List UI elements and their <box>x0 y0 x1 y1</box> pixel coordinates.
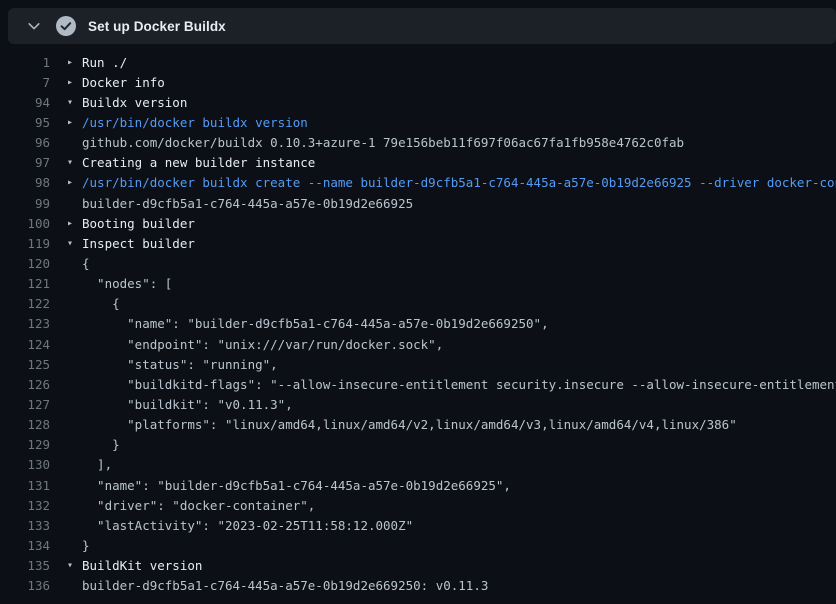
log-text: Run ./ <box>82 55 127 70</box>
log-row: 99▸builder-d9cfb5a1-c764-445a-a57e-0b19d… <box>0 193 836 213</box>
expand-triangle-icon: ▸ <box>67 117 82 128</box>
log-row: 123▸ "name": "builder-d9cfb5a1-c764-445a… <box>0 314 836 334</box>
line-number[interactable]: 129 <box>0 437 50 452</box>
step-header[interactable]: Set up Docker Buildx <box>8 8 836 44</box>
log-group-row[interactable]: 94 ▾Buildx version <box>0 92 836 112</box>
log-group-row[interactable]: 7 ▸Docker info <box>0 72 836 92</box>
line-number[interactable]: 125 <box>0 357 50 372</box>
log-row: 95 ▸/usr/bin/docker buildx version <box>0 112 836 132</box>
log-row: 128▸ "platforms": "linux/amd64,linux/amd… <box>0 415 836 435</box>
step-title: Set up Docker Buildx <box>88 19 226 34</box>
line-number[interactable]: 99 <box>0 196 50 211</box>
line-number[interactable]: 121 <box>0 276 50 291</box>
line-number[interactable]: 136 <box>0 578 50 593</box>
log-row: 98 ▸/usr/bin/docker buildx create --name … <box>0 173 836 193</box>
line-number[interactable]: 122 <box>0 296 50 311</box>
log-output: 1▸Run ./7▸Docker info94▾Buildx version95… <box>0 44 836 596</box>
log-text: BuildKit version <box>82 558 202 573</box>
log-text: "endpoint": "unix:///var/run/docker.sock… <box>82 337 443 352</box>
line-number[interactable]: 119 <box>0 236 50 251</box>
line-number[interactable]: 135 <box>0 558 50 573</box>
log-text: /usr/bin/docker buildx create --name bui… <box>82 175 836 190</box>
log-row: 122▸ { <box>0 294 836 314</box>
log-text: { <box>82 256 90 271</box>
collapse-triangle-icon[interactable]: ▾ <box>67 560 82 571</box>
log-row: 129▸ } <box>0 435 836 455</box>
expand-triangle-icon[interactable]: ▸ <box>67 218 82 229</box>
line-number[interactable]: 97 <box>0 155 50 170</box>
log-text: Buildx version <box>82 95 187 110</box>
log-group-row[interactable]: 100 ▸Booting builder <box>0 213 836 233</box>
log-group-row[interactable]: 119 ▾Inspect builder <box>0 233 836 253</box>
log-row: 121▸ "nodes": [ <box>0 274 836 294</box>
log-text: "nodes": [ <box>82 276 172 291</box>
log-row: 134▸} <box>0 535 836 555</box>
log-text: "buildkitd-flags": "--allow-insecure-ent… <box>82 377 836 392</box>
line-number[interactable]: 95 <box>0 115 50 130</box>
line-number[interactable]: 130 <box>0 457 50 472</box>
log-group-row[interactable]: 135 ▾BuildKit version <box>0 556 836 576</box>
log-text: /usr/bin/docker buildx version <box>82 115 308 130</box>
log-text: ], <box>82 457 112 472</box>
log-row: 124▸ "endpoint": "unix:///var/run/docker… <box>0 334 836 354</box>
check-circle-icon <box>56 16 76 36</box>
log-row: 125▸ "status": "running", <box>0 354 836 374</box>
line-number[interactable]: 100 <box>0 216 50 231</box>
log-row: 127▸ "buildkit": "v0.11.3", <box>0 394 836 414</box>
log-text: builder-d9cfb5a1-c764-445a-a57e-0b19d2e6… <box>82 578 488 593</box>
log-row: 131▸ "name": "builder-d9cfb5a1-c764-445a… <box>0 475 836 495</box>
log-row: 130▸ ], <box>0 455 836 475</box>
log-row: 136▸builder-d9cfb5a1-c764-445a-a57e-0b19… <box>0 576 836 596</box>
log-text: "lastActivity": "2023-02-25T11:58:12.000… <box>82 518 413 533</box>
collapse-triangle-icon[interactable]: ▾ <box>67 157 82 168</box>
line-number[interactable]: 123 <box>0 316 50 331</box>
expand-triangle-icon: ▸ <box>67 177 82 188</box>
log-text: Creating a new builder instance <box>82 155 315 170</box>
line-number[interactable]: 133 <box>0 518 50 533</box>
collapse-triangle-icon[interactable]: ▾ <box>67 97 82 108</box>
log-row: 132▸ "driver": "docker-container", <box>0 495 836 515</box>
log-text: "name": "builder-d9cfb5a1-c764-445a-a57e… <box>82 478 511 493</box>
log-group-row[interactable]: 97 ▾Creating a new builder instance <box>0 153 836 173</box>
line-number[interactable]: 94 <box>0 95 50 110</box>
log-text: builder-d9cfb5a1-c764-445a-a57e-0b19d2e6… <box>82 196 413 211</box>
log-text: "buildkit": "v0.11.3", <box>82 397 293 412</box>
line-number[interactable]: 131 <box>0 478 50 493</box>
line-number[interactable]: 1 <box>0 55 50 70</box>
log-text: { <box>82 296 120 311</box>
log-row: 133▸ "lastActivity": "2023-02-25T11:58:1… <box>0 515 836 535</box>
log-text: Docker info <box>82 75 165 90</box>
line-number[interactable]: 126 <box>0 377 50 392</box>
log-text: Booting builder <box>82 216 195 231</box>
log-text: "name": "builder-d9cfb5a1-c764-445a-a57e… <box>82 316 549 331</box>
log-text: } <box>82 538 90 553</box>
log-text: github.com/docker/buildx 0.10.3+azure-1 … <box>82 135 684 150</box>
line-number[interactable]: 132 <box>0 498 50 513</box>
expand-triangle-icon[interactable]: ▸ <box>67 57 82 68</box>
line-number[interactable]: 98 <box>0 175 50 190</box>
line-number[interactable]: 128 <box>0 417 50 432</box>
log-text: Inspect builder <box>82 236 195 251</box>
line-number[interactable]: 96 <box>0 135 50 150</box>
log-row: 120▸{ <box>0 253 836 273</box>
line-number[interactable]: 134 <box>0 538 50 553</box>
line-number[interactable]: 127 <box>0 397 50 412</box>
log-row: 126▸ "buildkitd-flags": "--allow-insecur… <box>0 374 836 394</box>
log-row: 96▸github.com/docker/buildx 0.10.3+azure… <box>0 133 836 153</box>
expand-triangle-icon[interactable]: ▸ <box>67 77 82 88</box>
log-text: "status": "running", <box>82 357 278 372</box>
log-text: "driver": "docker-container", <box>82 498 315 513</box>
collapse-triangle-icon[interactable]: ▾ <box>67 238 82 249</box>
log-text: "platforms": "linux/amd64,linux/amd64/v2… <box>82 417 737 432</box>
chevron-down-icon[interactable] <box>26 18 42 34</box>
log-group-row[interactable]: 1 ▸Run ./ <box>0 52 836 72</box>
log-text: } <box>82 437 120 452</box>
line-number[interactable]: 120 <box>0 256 50 271</box>
line-number[interactable]: 7 <box>0 75 50 90</box>
line-number[interactable]: 124 <box>0 337 50 352</box>
